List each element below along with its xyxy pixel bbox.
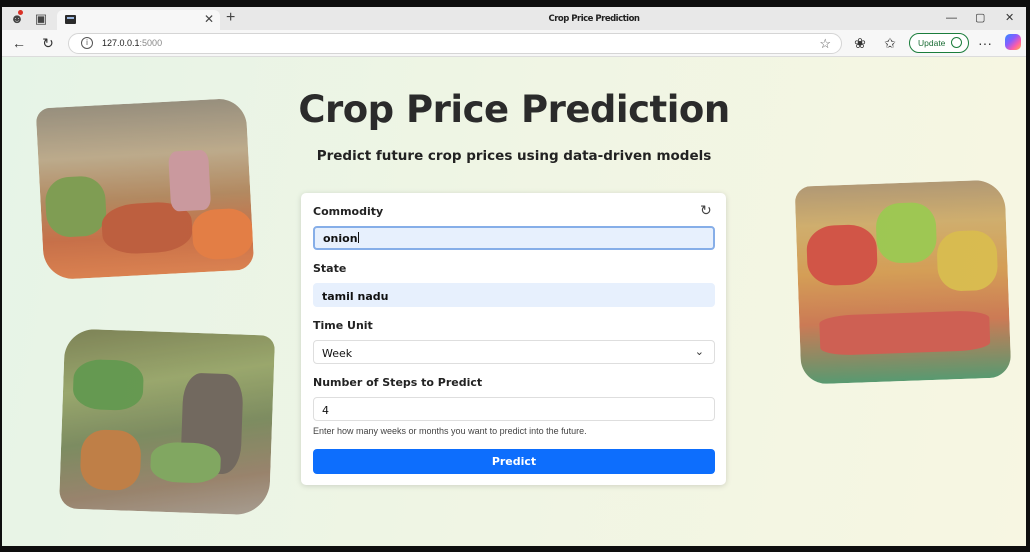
refresh-icon[interactable]: ↻ (700, 203, 714, 217)
page-content: Crop Price Prediction Predict future cro… (2, 57, 1026, 546)
new-tab-button[interactable]: + (226, 8, 235, 28)
commodity-label: Commodity (313, 205, 384, 218)
info-icon[interactable]: i (81, 37, 93, 49)
navigation-bar: ← ↻ i 127.0.0.1:5000 ☆ ❀ ✩ Update ··· (2, 30, 1026, 57)
predict-button[interactable]: Predict (313, 449, 715, 474)
url-text: 127.0.0.1:5000 (102, 38, 162, 48)
steps-input[interactable]: 4 (313, 397, 715, 421)
update-label: Update (918, 38, 946, 48)
commodity-value: onion (323, 232, 358, 245)
text-caret (357, 232, 359, 243)
chevron-down-icon: ⌄ (694, 345, 704, 358)
restore-button[interactable]: ▢ (975, 10, 985, 26)
tab-actions-icon[interactable]: ▣ (33, 11, 49, 27)
prediction-form: ↻ Commodity onion State tamil nadu Time … (301, 193, 726, 485)
favorites-icon[interactable]: ✩ (882, 35, 898, 51)
back-arrow-icon[interactable]: ← (11, 35, 27, 51)
steps-help-text: Enter how many weeks or months you want … (313, 426, 587, 436)
market-photo-fruits (794, 179, 1012, 385)
page-title: Crop Price Prediction (298, 88, 730, 131)
favicon-icon (65, 15, 76, 24)
steps-value: 4 (322, 404, 329, 417)
state-input[interactable]: tamil nadu (313, 283, 715, 307)
window-close-button[interactable]: ✕ (1005, 10, 1014, 26)
tab-close-icon[interactable]: ✕ (204, 12, 214, 26)
commodity-input[interactable]: onion (313, 226, 715, 250)
time-unit-select[interactable]: Week ⌄ (313, 340, 715, 364)
copilot-icon[interactable] (1005, 34, 1021, 50)
minimize-button[interactable]: — (946, 10, 957, 26)
state-value: tamil nadu (322, 290, 389, 303)
tab-crop-price-prediction[interactable]: Crop Price Prediction ✕ (57, 10, 640, 30)
star-icon[interactable]: ☆ (819, 36, 831, 51)
url-host: 127.0.0.1 (102, 38, 140, 48)
more-menu-icon[interactable]: ··· (977, 35, 993, 51)
steps-label: Number of Steps to Predict (313, 376, 483, 389)
update-button[interactable]: Update (909, 33, 969, 53)
notification-dot (18, 10, 23, 15)
reload-icon[interactable]: ↻ (40, 35, 56, 51)
url-port: :5000 (139, 38, 163, 48)
browser-window: ☻ ▣ Crop Price Prediction ✕ + — ▢ ✕ ← ↻ … (2, 7, 1026, 546)
page-subtitle: Predict future crop prices using data-dr… (316, 148, 712, 164)
time-unit-label: Time Unit (313, 319, 373, 332)
tab-title: Crop Price Prediction (548, 14, 640, 24)
state-label: State (313, 262, 347, 275)
address-bar[interactable]: i 127.0.0.1:5000 ☆ (68, 33, 842, 54)
time-unit-value: Week (322, 347, 353, 360)
extensions-icon[interactable]: ❀ (852, 35, 868, 51)
market-photo-vendors (58, 328, 276, 516)
update-icon (951, 37, 962, 48)
screen: ☻ ▣ Crop Price Prediction ✕ + — ▢ ✕ ← ↻ … (0, 0, 1030, 552)
tab-strip: ☻ ▣ Crop Price Prediction ✕ + — ▢ ✕ (2, 7, 1026, 30)
